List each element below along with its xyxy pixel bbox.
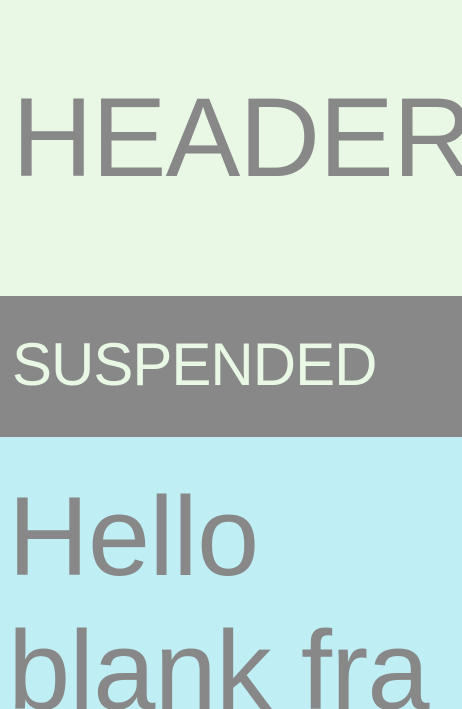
status-label: SUSPENDED <box>12 331 377 398</box>
status-banner: SUSPENDED <box>0 296 462 437</box>
content-line-blank-fra: blank fra <box>8 608 430 709</box>
screen: HEADER SUSPENDED Hello blank fra <box>0 0 462 709</box>
header-title: HEADER <box>12 75 462 200</box>
content-line-hello: Hello <box>8 474 259 599</box>
content-panel: Hello blank fra <box>0 437 462 709</box>
header-panel: HEADER <box>0 0 462 296</box>
content-message: Hello blank fra <box>8 470 430 709</box>
